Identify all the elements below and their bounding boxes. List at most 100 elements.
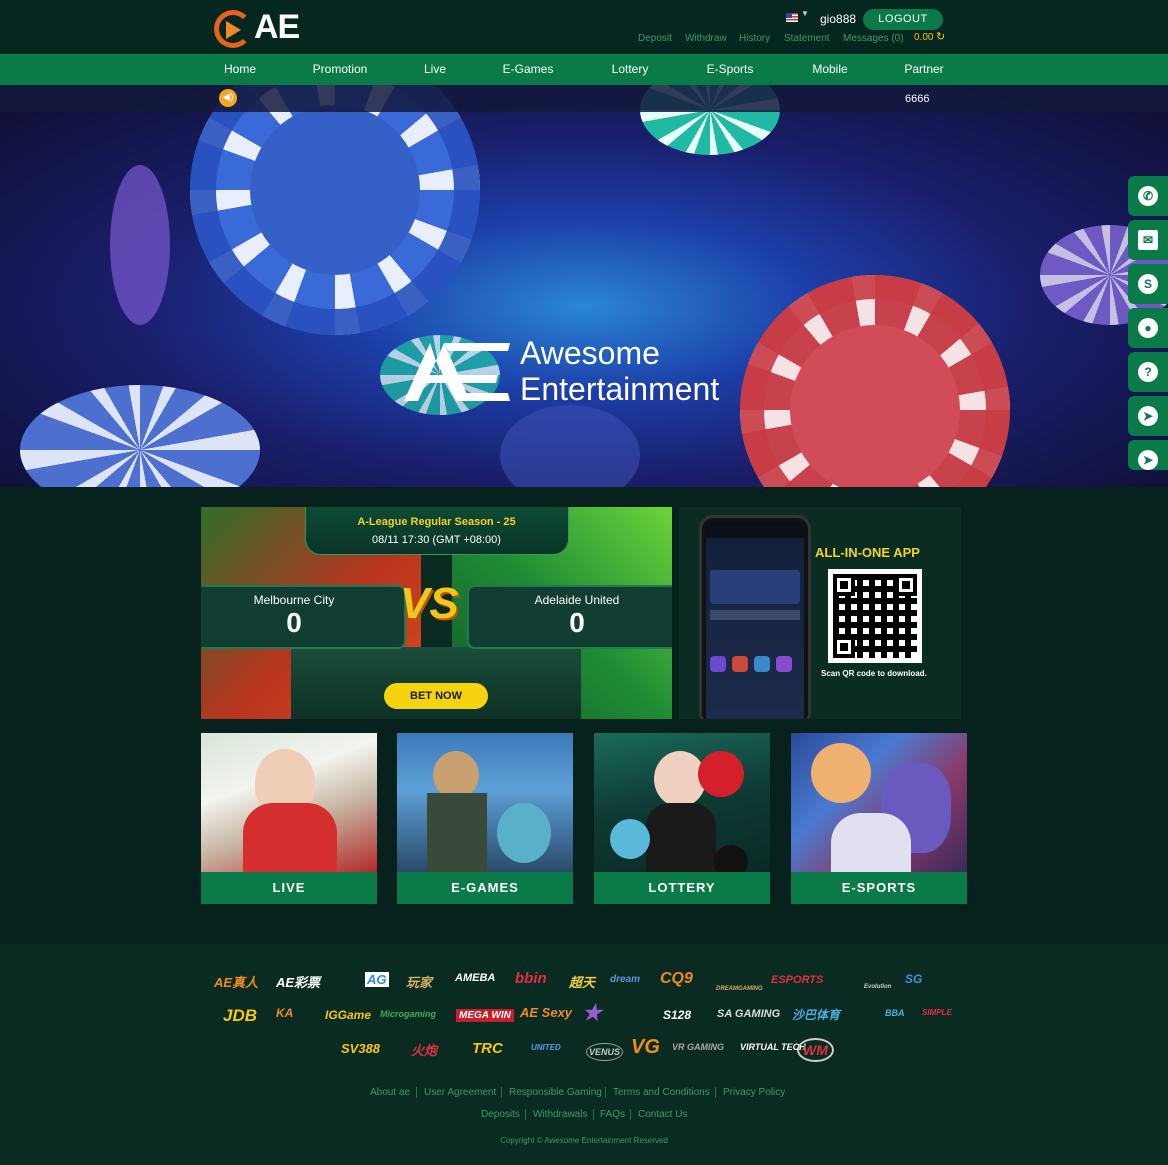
provider-logo: 玩家 (406, 975, 433, 990)
whatsapp-button[interactable]: ✆ (1128, 176, 1168, 216)
banner-title-line1: Awesome (520, 335, 660, 371)
provider-logo: S128 (663, 1008, 692, 1022)
nav-mobile[interactable]: Mobile (812, 62, 847, 76)
live-casino-image (201, 733, 377, 872)
statement-link[interactable]: Statement (784, 33, 830, 44)
telegram-button-2[interactable]: ➤ (1128, 440, 1168, 470)
provider-logo: WM (797, 1038, 834, 1062)
provider-logo: VENUS (586, 1043, 624, 1061)
match-datetime: 08/11 17:30 (GMT +08:00) (372, 534, 501, 546)
provider-logo: ESPORTS (771, 974, 824, 986)
refresh-icon[interactable]: ↻ (936, 30, 945, 43)
chevron-down-icon[interactable]: ▼ (801, 9, 809, 18)
speaker-icon: ◀) (219, 89, 237, 107)
help-icon: ? (1138, 362, 1158, 382)
skype-button[interactable]: S (1128, 264, 1168, 304)
ae-brand-logo (404, 343, 510, 401)
nav-lottery[interactable]: Lottery (612, 62, 649, 76)
ae-logo[interactable]: AE (212, 7, 307, 49)
deposits-link[interactable]: Deposits (481, 1109, 520, 1120)
nav-egames[interactable]: E-Games (503, 62, 554, 76)
banner-title-line2: Entertainment (520, 371, 720, 407)
history-link[interactable]: History (739, 33, 770, 44)
lottery-image (594, 733, 770, 879)
provider-logo: 火炮 (411, 1043, 438, 1058)
esports-image (791, 733, 967, 872)
provider-logo: dream (610, 974, 641, 985)
provider-logo: AE真人 (214, 975, 259, 990)
provider-logo: IGGame (325, 1008, 372, 1022)
privacy-link[interactable]: Privacy Policy (723, 1087, 785, 1098)
provider-logo: BBA (885, 1008, 905, 1018)
telegram-icon: ➤ (1138, 406, 1158, 426)
nav-live[interactable]: Live (424, 62, 446, 76)
app-download-card: ALL-IN-ONE APP Scan QR code to download. (679, 507, 961, 719)
help-button[interactable]: ? (1128, 352, 1168, 392)
away-team-name: Adelaide United (534, 593, 620, 607)
egames-image (397, 733, 573, 872)
provider-logo: KA (276, 1006, 294, 1020)
bet-now-button[interactable]: BET NOW (384, 683, 488, 709)
provider-logo: AMEBA (455, 972, 496, 984)
vs-badge: VS (400, 579, 459, 628)
category-tile-egames[interactable]: E-GAMES (397, 733, 573, 904)
mail-icon: ✉ (1138, 230, 1158, 250)
mail-button[interactable]: ✉ (1128, 220, 1168, 260)
telegram-button[interactable]: ➤ (1128, 396, 1168, 436)
provider-logo: Microgaming (380, 1009, 437, 1019)
provider-logo: UNITED (531, 1043, 561, 1052)
category-tile-lottery[interactable]: LOTTERY (594, 733, 770, 904)
nav-partner[interactable]: Partner (904, 62, 943, 76)
hero-banner[interactable]: Awesome Entertainment (0, 85, 1168, 487)
phone-mockup-image (699, 515, 811, 719)
nav-promotion[interactable]: Promotion (313, 62, 368, 76)
provider-logo: VG (631, 1036, 660, 1058)
marquee-text: 6666 (905, 93, 930, 105)
provider-logo: TRC (472, 1040, 503, 1057)
withdrawals-link[interactable]: Withdrawals (533, 1109, 587, 1120)
terms-link[interactable]: Terms and Conditions (613, 1087, 710, 1098)
main-nav: Home Promotion Live E-Games Lottery E-Sp… (0, 54, 1168, 85)
whatsapp-icon: ✆ (1138, 186, 1158, 206)
app-title: ALL-IN-ONE APP (815, 545, 920, 560)
provider-logo: VR GAMING (672, 1042, 725, 1052)
provider-logo: SG (905, 972, 923, 986)
provider-logo: AG (365, 972, 389, 987)
username: gio888 (820, 12, 857, 26)
category-tile-live[interactable]: LIVE (201, 733, 377, 904)
announcement-marquee: ◀) 6666 (0, 85, 1168, 112)
provider-logo: Evolution (864, 984, 892, 990)
messages-link[interactable]: Messages (0) (843, 33, 904, 44)
provider-logo: SV388 (341, 1041, 381, 1056)
category-label: E-GAMES (397, 872, 573, 904)
withdraw-link[interactable]: Withdraw (685, 33, 727, 44)
qr-code-image[interactable] (828, 569, 922, 663)
category-label: E-SPORTS (791, 872, 967, 904)
provider-logo: DREAMGAMING (716, 986, 763, 992)
nav-esports[interactable]: E-Sports (707, 62, 754, 76)
copyright-text: Copyright © Awesome Entertainment Reserv… (500, 1136, 668, 1145)
nav-home[interactable]: Home (224, 62, 256, 76)
user-agreement-link[interactable]: User Agreement (424, 1087, 496, 1098)
logout-button[interactable]: LOGOUT (863, 9, 943, 30)
deposit-link[interactable]: Deposit (638, 33, 672, 44)
provider-logo: SA GAMING (717, 1008, 781, 1020)
league-name: A-League Regular Season - 25 (357, 516, 516, 528)
faqs-link[interactable]: FAQs (600, 1109, 625, 1120)
category-tile-esports[interactable]: E-SPORTS (791, 733, 967, 904)
logo-text: AE (254, 8, 300, 46)
about-link[interactable]: About ae (370, 1087, 410, 1098)
responsible-gaming-link[interactable]: Responsible Gaming (509, 1087, 602, 1098)
featured-match-card: A-League Regular Season - 25 08/11 17:30… (201, 507, 672, 719)
skype-icon: S (1138, 274, 1158, 294)
balance-value: 0.00 (914, 32, 934, 43)
provider-logo: VIRTUAL TECH (740, 1042, 806, 1052)
category-label: LOTTERY (594, 872, 770, 904)
home-team-score: 0 (286, 607, 302, 638)
provider-logo: AE Sexy (520, 1005, 573, 1020)
user-button[interactable]: ● (1128, 308, 1168, 348)
provider-logo: JDB (223, 1006, 258, 1025)
us-flag-icon[interactable] (786, 13, 798, 22)
contact-link[interactable]: Contact Us (638, 1109, 687, 1120)
provider-logo: MEGA WIN (456, 1009, 514, 1022)
